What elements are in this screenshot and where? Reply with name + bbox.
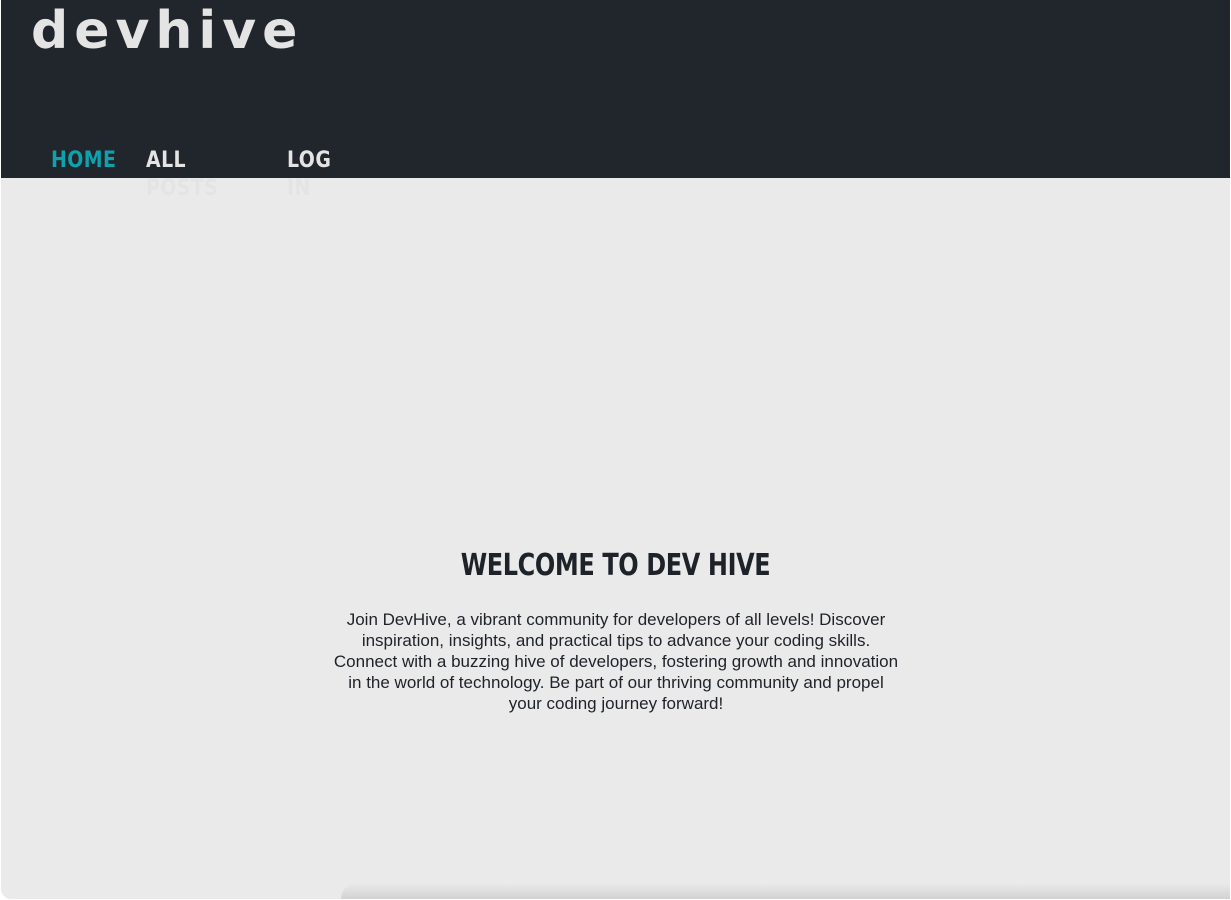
nav-link-home[interactable]: Home <box>51 147 116 175</box>
bottom-shadow <box>341 883 1230 899</box>
hero-title: Welcome to Dev Hive <box>460 548 771 583</box>
browser-viewport: devhive Home All Posts Log In Welcome to… <box>1 0 1230 899</box>
hero-description: Join DevHive, a vibrant community for de… <box>333 610 899 713</box>
hero-section: Welcome to Dev Hive Join DevHive, a vibr… <box>1 178 1230 899</box>
site-header: devhive Home All Posts Log In <box>1 0 1230 201</box>
site-logo[interactable]: devhive <box>31 0 303 62</box>
